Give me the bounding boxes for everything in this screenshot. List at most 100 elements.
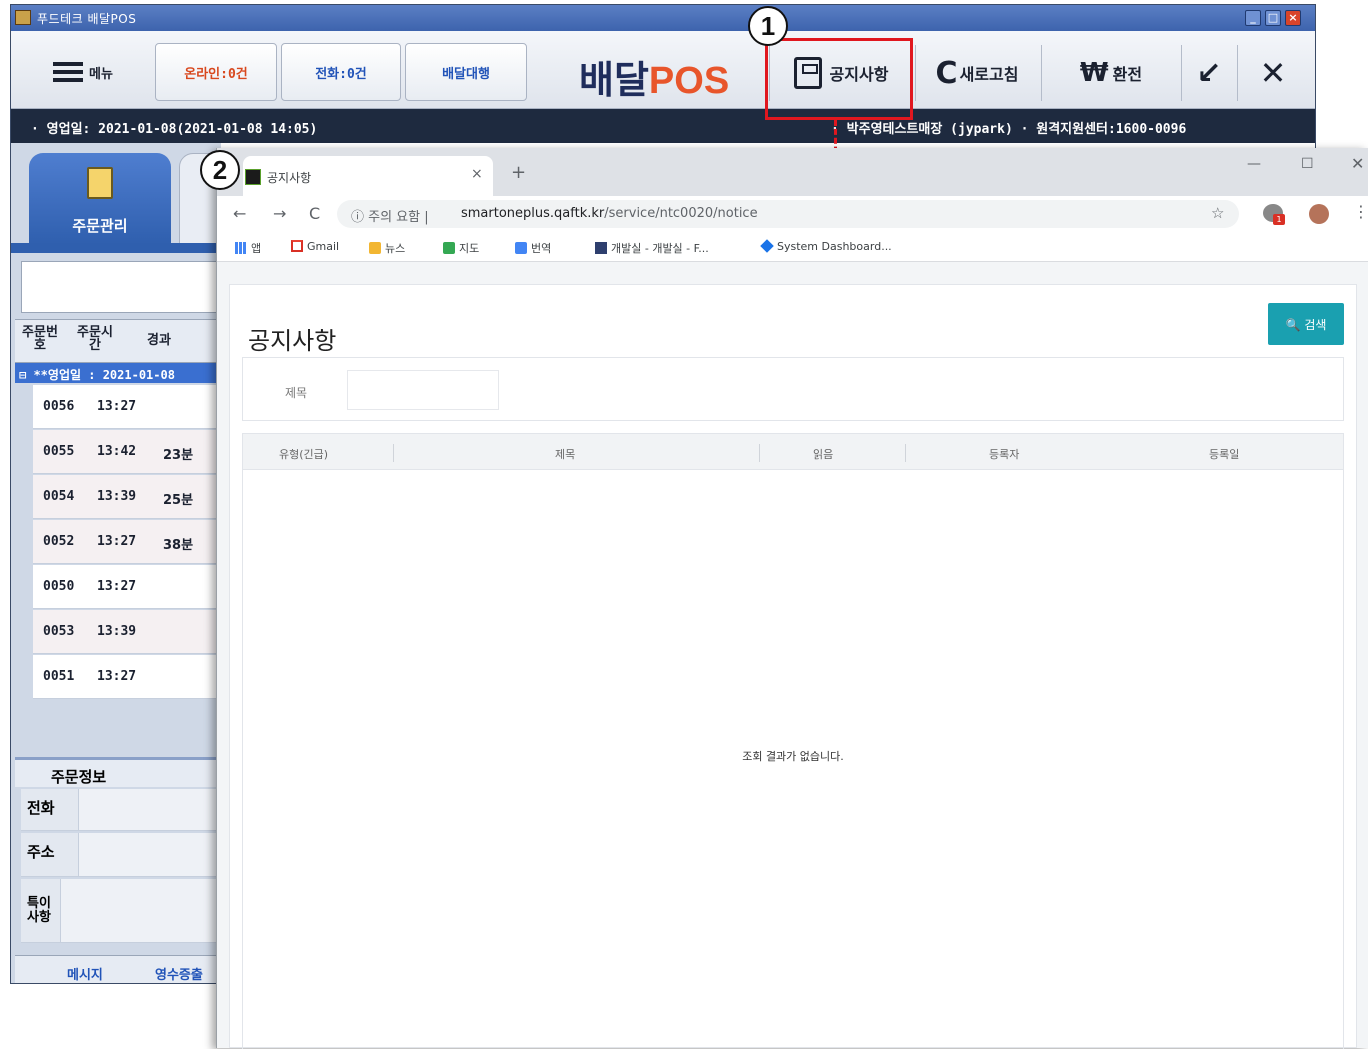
- order-row[interactable]: 0052 13:27 38분: [33, 520, 221, 564]
- extension-icon[interactable]: 1: [1263, 204, 1285, 225]
- browser-close-button[interactable]: ✕: [1351, 154, 1364, 173]
- bookmark-label: 번역: [531, 242, 552, 255]
- bookmark-label: Gmail: [307, 240, 340, 253]
- step-marker-1: 1: [748, 6, 788, 46]
- search-button[interactable]: 🔍 검색: [1268, 303, 1344, 345]
- close-app-button[interactable]: ✕: [1243, 47, 1303, 99]
- refresh-label: 새로고침: [959, 65, 1019, 84]
- order-no: 0052: [43, 534, 75, 549]
- toolbar-divider: [1181, 45, 1182, 101]
- browser-window: 공지사항 × + — ☐ ✕ ← → C ⓘ 주의 요함 | smartonep…: [216, 148, 1368, 1049]
- pos-toolbar: 메뉴 온라인:0건 전화:0건 배달대행 배달POS 공지사항 C 새로고침 ₩…: [11, 31, 1315, 109]
- back-icon[interactable]: ←: [233, 204, 246, 223]
- bookmark-label: 개발실 - 개발실 - F...: [611, 242, 709, 255]
- app-icon: [15, 10, 31, 25]
- brand-logo: 배달POS: [579, 49, 729, 104]
- url-path: /service/ntc0020/notice: [604, 206, 758, 221]
- bookmark-star-icon[interactable]: ☆: [1211, 204, 1224, 222]
- col-type[interactable]: 유형(긴급): [279, 446, 328, 462]
- arrow-down-left-icon: ↙: [1196, 55, 1222, 91]
- gmail-icon: [291, 240, 303, 252]
- col-divider: [393, 444, 394, 462]
- order-elapsed: 25분: [163, 493, 194, 508]
- col-divider: [759, 444, 760, 462]
- refresh-button[interactable]: C 새로고침: [917, 47, 1037, 99]
- window-close-button[interactable]: ×: [1285, 10, 1301, 26]
- browser-tab[interactable]: 공지사항 ×: [243, 156, 493, 196]
- bookmark-label: 앱: [251, 242, 262, 255]
- bookmark-maps[interactable]: 지도: [443, 240, 479, 256]
- toolbar-divider: [1041, 45, 1042, 101]
- bookmark-label: 지도: [459, 242, 480, 255]
- bookmark-dev[interactable]: 개발실 - 개발실 - F...: [595, 240, 709, 256]
- receipt-button[interactable]: 영수증출: [155, 964, 203, 983]
- order-time: 13:27: [97, 669, 137, 684]
- tab-close-icon[interactable]: ×: [471, 166, 483, 182]
- bookmark-dashboard[interactable]: System Dashboard...: [760, 239, 892, 253]
- refresh-icon: C: [935, 55, 958, 91]
- order-panel: 주문관리 주문번호 주문시간 경과 ⊟ **영업일 : 2021-01-08 0…: [11, 143, 229, 983]
- browser-menu-icon[interactable]: ⋮: [1353, 202, 1368, 221]
- order-row[interactable]: 0051 13:27: [33, 655, 221, 699]
- col-read[interactable]: 읽음: [813, 446, 833, 462]
- browser-minimize-button[interactable]: —: [1247, 156, 1261, 172]
- title-search-input[interactable]: [347, 370, 499, 410]
- hamburger-icon: [53, 62, 84, 82]
- apps-grid-icon: [235, 242, 247, 254]
- info-row-note: 특이사항: [21, 879, 221, 943]
- brand-text-a: 배달: [579, 60, 649, 102]
- minimize-app-button[interactable]: ↙: [1187, 47, 1231, 99]
- order-time: 13:27: [97, 579, 137, 594]
- browser-tab-bar: 공지사항 × + — ☐ ✕: [217, 148, 1368, 196]
- phone-orders-button[interactable]: 전화:0건: [281, 43, 401, 101]
- security-indicator[interactable]: ⓘ 주의 요함 |: [351, 206, 429, 225]
- bookmark-apps[interactable]: 앱: [235, 240, 261, 256]
- tab-order-management[interactable]: 주문관리: [29, 153, 171, 245]
- bookmark-label: 뉴스: [385, 242, 406, 255]
- browser-tab-title: 공지사항: [267, 171, 312, 185]
- menu-button[interactable]: 메뉴: [17, 43, 149, 101]
- exchange-button[interactable]: ₩ 환전: [1043, 47, 1179, 99]
- order-info-title: 주문정보: [15, 757, 221, 787]
- order-table-header: 주문번호 주문시간 경과: [15, 319, 221, 363]
- bookmark-gmail[interactable]: Gmail: [291, 240, 339, 253]
- message-button[interactable]: 메시지: [67, 964, 103, 983]
- order-row[interactable]: 0056 13:27: [33, 385, 221, 429]
- col-date[interactable]: 등록일: [1209, 446, 1239, 462]
- dashboard-icon: [760, 239, 774, 253]
- extension-badge: 1: [1273, 214, 1285, 225]
- order-row[interactable]: 0054 13:39 25분: [33, 475, 221, 519]
- bookmark-news[interactable]: 뉴스: [369, 240, 405, 256]
- empty-result-message: 조회 결과가 없습니다.: [742, 750, 844, 763]
- bookmarks-bar: 앱 Gmail 뉴스 지도 번역 개발실 - 개발실 - F... System…: [217, 232, 1368, 262]
- forward-icon[interactable]: →: [273, 204, 286, 223]
- info-row-address: 주소: [21, 833, 221, 877]
- profile-avatar[interactable]: [1309, 204, 1329, 224]
- order-search-box[interactable]: [21, 261, 217, 313]
- delivery-agency-button[interactable]: 배달대행: [405, 43, 527, 101]
- browser-maximize-button[interactable]: ☐: [1301, 156, 1314, 172]
- online-orders-button[interactable]: 온라인:0건: [155, 43, 277, 101]
- bookmark-translate[interactable]: 번역: [515, 240, 551, 256]
- url-text: smartoneplus.qaftk.kr/service/ntc0020/no…: [461, 206, 758, 221]
- order-group-row[interactable]: ⊟ **영업일 : 2021-01-08: [15, 363, 221, 383]
- order-row[interactable]: 0050 13:27: [33, 565, 221, 609]
- news-icon: [369, 242, 381, 254]
- reload-icon[interactable]: C: [309, 204, 320, 223]
- pos-window-title: 푸드테크 배달POS: [37, 12, 137, 26]
- maps-icon: [443, 242, 455, 254]
- order-no: 0050: [43, 579, 75, 594]
- col-title[interactable]: 제목: [555, 446, 575, 462]
- info-label-note: 특이사항: [21, 879, 61, 942]
- order-time: 13:42: [97, 444, 137, 459]
- window-minimize-button[interactable]: _: [1245, 10, 1261, 26]
- order-row[interactable]: 0053 13:39: [33, 610, 221, 654]
- new-tab-button[interactable]: +: [511, 162, 526, 183]
- window-maximize-button[interactable]: □: [1265, 10, 1281, 26]
- order-row[interactable]: 0055 13:42 23분: [33, 430, 221, 474]
- col-elapsed: 경과: [147, 333, 171, 348]
- order-bottom-bar: 메시지 영수증출: [15, 955, 221, 983]
- address-bar[interactable]: ⓘ 주의 요함 | smartoneplus.qaftk.kr/service/…: [337, 200, 1239, 228]
- col-author[interactable]: 등록자: [989, 446, 1019, 462]
- menu-label: 메뉴: [89, 66, 113, 82]
